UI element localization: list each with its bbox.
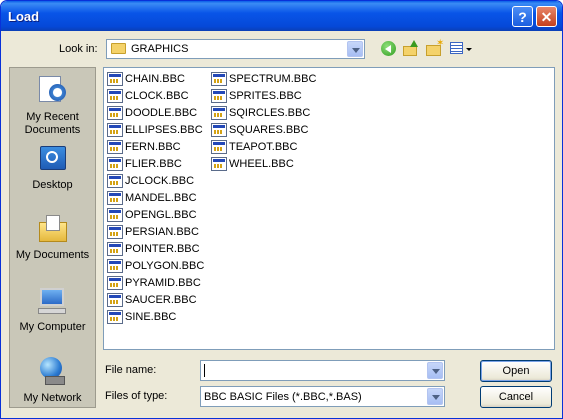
bbc-file-icon <box>107 106 123 120</box>
close-icon: ✕ <box>540 9 553 25</box>
file-name: TEAPOT.BBC <box>229 141 298 153</box>
bbc-file-icon <box>211 89 227 103</box>
file-name: SQUARES.BBC <box>229 124 309 136</box>
file-name: POLYGON.BBC <box>125 260 205 272</box>
bbc-file-icon <box>211 123 227 137</box>
bbc-file-icon <box>107 293 123 307</box>
file-name-input[interactable] <box>200 360 445 381</box>
load-dialog: Load ? ✕ Look in: GRAPHICS My Recent Doc… <box>0 0 563 419</box>
place-label-line: My Recent <box>26 111 79 123</box>
bbc-file-icon <box>107 225 123 239</box>
look-in-dropdown[interactable]: GRAPHICS <box>106 39 365 59</box>
file-name: OPENGL.BBC <box>125 209 197 221</box>
file-name: CLOCK.BBC <box>125 90 189 102</box>
place-my-computer[interactable]: My Computer <box>10 286 95 342</box>
file-name: MANDEL.BBC <box>125 192 197 204</box>
file-name: POINTER.BBC <box>125 243 200 255</box>
look-in-label: Look in: <box>59 43 98 55</box>
bbc-file-icon <box>211 140 227 154</box>
file-name: SAUCER.BBC <box>125 294 197 306</box>
chevron-down-icon[interactable] <box>347 41 363 57</box>
place-label: My Documents <box>15 249 90 261</box>
place-label-line: Documents <box>24 124 81 136</box>
window-title: Load <box>8 9 40 24</box>
place-my-network[interactable]: My Network <box>10 356 95 406</box>
bbc-file-icon <box>107 191 123 205</box>
my-computer-icon <box>37 286 69 316</box>
file-name: SPECTRUM.BBC <box>229 73 317 85</box>
bbc-file-icon <box>107 157 123 171</box>
chevron-down-icon[interactable] <box>427 362 443 379</box>
bbc-file-icon <box>107 174 123 188</box>
files-of-type-label: Files of type: <box>105 390 168 402</box>
places-bar: My Recent Documents Desktop My Documents… <box>9 67 96 408</box>
look-in-value: GRAPHICS <box>131 43 189 55</box>
files-of-type-dropdown[interactable]: BBC BASIC Files (*.BBC,*.BAS) <box>200 386 445 407</box>
up-folder-icon[interactable] <box>401 39 423 59</box>
place-label: My Recent Documents <box>10 111 95 137</box>
bbc-file-icon <box>107 242 123 256</box>
file-name: WHEEL.BBC <box>229 158 294 170</box>
bbc-file-icon <box>107 259 123 273</box>
close-button[interactable]: ✕ <box>536 6 557 27</box>
view-menu-icon[interactable] <box>448 39 474 59</box>
file-name: SINE.BBC <box>125 311 177 323</box>
bbc-file-icon <box>211 157 227 171</box>
bbc-file-icon <box>107 140 123 154</box>
file-name: PYRAMID.BBC <box>125 277 201 289</box>
file-list[interactable]: CHAIN.BBC CLOCK.BBC DOODLE.BBC ELLIPSES.… <box>103 67 555 350</box>
file-name: PERSIAN.BBC <box>125 226 199 238</box>
bbc-file-icon <box>107 276 123 290</box>
place-label: Desktop <box>32 179 73 191</box>
bbc-file-icon <box>211 106 227 120</box>
file-name: SPRITES.BBC <box>229 90 302 102</box>
my-network-icon <box>37 356 69 386</box>
chevron-down-icon[interactable] <box>427 388 443 405</box>
folder-icon <box>111 43 126 54</box>
bbc-file-icon <box>107 72 123 86</box>
file-name-label: File name: <box>105 364 157 376</box>
back-icon[interactable] <box>378 39 400 59</box>
place-label: My Network <box>23 392 82 404</box>
file-name: FLIER.BBC <box>125 158 182 170</box>
file-name: SQIRCLES.BBC <box>229 107 311 119</box>
cancel-button[interactable]: Cancel <box>480 386 552 408</box>
bbc-file-icon <box>107 89 123 103</box>
file-name: JCLOCK.BBC <box>125 175 195 187</box>
place-my-recent-documents[interactable]: My Recent Documents <box>10 72 95 136</box>
title-bar[interactable]: Load ? ✕ <box>1 1 562 31</box>
place-desktop[interactable]: Desktop <box>10 144 95 200</box>
recent-documents-icon <box>37 74 69 104</box>
my-documents-icon <box>37 214 69 244</box>
bbc-file-icon <box>211 72 227 86</box>
file-name: FERN.BBC <box>125 141 181 153</box>
file-name: CHAIN.BBC <box>125 73 185 85</box>
bbc-file-icon <box>107 208 123 222</box>
place-my-documents[interactable]: My Documents <box>10 214 95 270</box>
open-button[interactable]: Open <box>480 360 552 382</box>
text-cursor <box>204 364 205 377</box>
new-folder-icon[interactable] <box>424 38 446 59</box>
help-icon: ? <box>518 9 527 25</box>
file-name: DOODLE.BBC <box>125 107 198 119</box>
bbc-file-icon <box>107 310 123 324</box>
files-of-type-value: BBC BASIC Files (*.BBC,*.BAS) <box>204 391 362 403</box>
help-button[interactable]: ? <box>512 6 533 27</box>
bbc-file-icon <box>107 123 123 137</box>
file-name: ELLIPSES.BBC <box>125 124 203 136</box>
desktop-icon <box>37 144 69 174</box>
place-label: My Computer <box>19 321 86 333</box>
